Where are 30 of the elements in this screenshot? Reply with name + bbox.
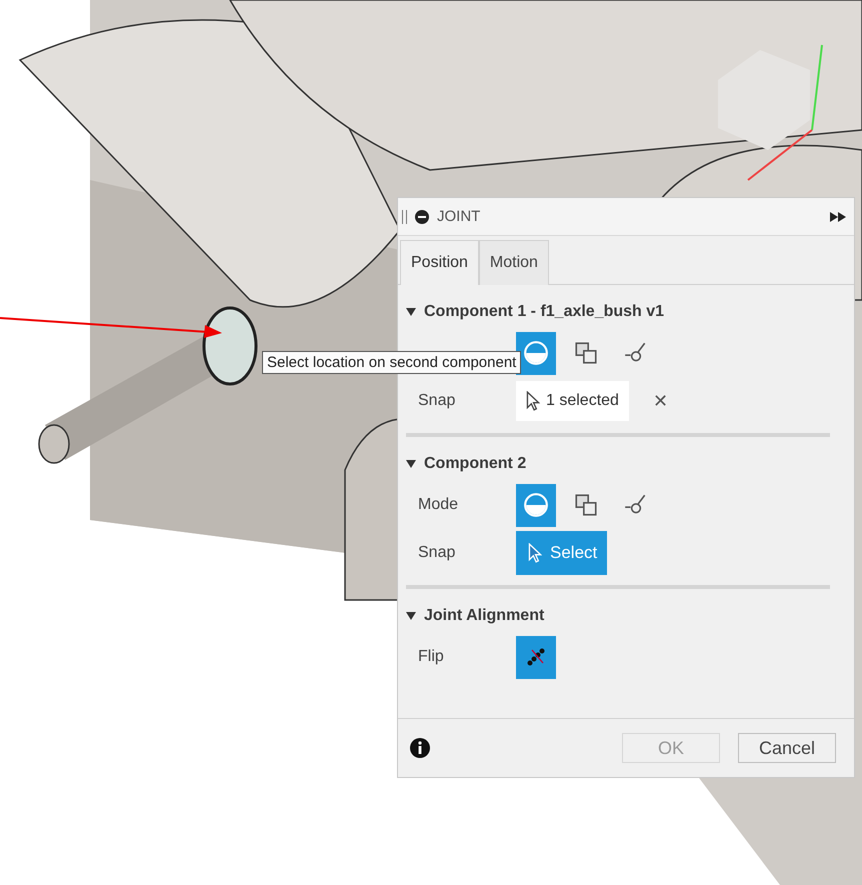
section-title: Component 1 - f1_axle_bush v1 (424, 303, 664, 321)
half-circle-icon (523, 340, 549, 366)
collapse-triangle-icon[interactable] (406, 612, 416, 620)
mode-button[interactable] (516, 484, 556, 526)
row-label: Snap (418, 544, 456, 561)
cursor-icon (528, 543, 542, 563)
mode-button[interactable] (516, 332, 556, 374)
section-title: Joint Alignment (424, 607, 544, 625)
section-title: Component 2 (424, 455, 526, 473)
row-label: Snap (418, 392, 456, 409)
cancel-button[interactable]: Cancel (738, 733, 836, 763)
tooltip: Select location on second component (262, 351, 522, 374)
collapse-triangle-icon[interactable] (406, 308, 416, 316)
overlapping-squares-icon (573, 340, 599, 366)
half-circle-icon (523, 492, 549, 518)
grip-handle[interactable] (402, 210, 407, 224)
cursor-icon (526, 391, 540, 411)
minus-circle-icon (415, 210, 429, 224)
panel-title: JOINT (437, 208, 482, 225)
flip-button[interactable] (516, 636, 556, 678)
row-label: Mode (418, 496, 458, 513)
clear-button[interactable]: ✕ (646, 390, 674, 412)
collapse-triangle-icon[interactable] (406, 460, 416, 468)
tab[interactable]: Position (400, 240, 479, 285)
overlapping-squares-icon (573, 492, 599, 518)
fast-forward-icon[interactable] (830, 212, 846, 222)
info-icon[interactable] (410, 738, 430, 758)
row-label: Flip (418, 648, 444, 665)
selection-field[interactable]: 1 selected (516, 381, 629, 421)
tab[interactable]: Motion (478, 240, 549, 285)
